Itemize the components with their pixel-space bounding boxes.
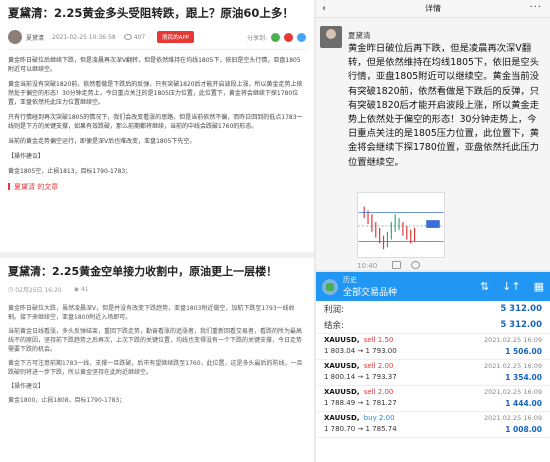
- app-logo-icon[interactable]: [322, 278, 338, 295]
- like-icon[interactable]: [411, 261, 420, 269]
- post-actions: [392, 261, 420, 269]
- profit-label: 利润:: [324, 305, 344, 315]
- trade-date: 2021.02.25 16:09: [483, 414, 542, 422]
- symbol-filter[interactable]: 全部交易品种: [343, 285, 397, 298]
- avatar[interactable]: [8, 30, 22, 44]
- wechat-icon[interactable]: [271, 32, 280, 42]
- app-download-button[interactable]: 股民的APP: [157, 31, 195, 43]
- trade-profit: 1 444.00: [505, 399, 542, 408]
- trade-symbol: XAUUSD,: [324, 414, 360, 422]
- advice-title: 【操作建议】: [8, 153, 45, 160]
- paragraph: 当前的黄金走势偏空运行，即便是深V后也难改变，亚盘1805下先空。: [8, 138, 196, 145]
- publish-date: 2021-02-25 10:36:58: [52, 33, 116, 41]
- history-title-block: 历史 全部交易品种: [343, 275, 397, 298]
- trade-date: 2021.02.25 16:09: [483, 362, 542, 370]
- more-articles-link[interactable]: 夏黛清 的文章: [8, 182, 306, 192]
- paragraph: 当前黄金日线看涨，多头反弹结束，重回下跌走势，勤奋看涨的追涨者，我们重新回看交易…: [8, 328, 303, 353]
- post-text: 黄金昨日破位后再下跌，但是凌晨再次深V翻转，但是依然维持在均线1805下，依旧是…: [348, 43, 540, 168]
- advice-title: 【操作建议】: [8, 383, 45, 390]
- trade-side: sell 2.00: [363, 362, 394, 370]
- eye-icon: ◉: [73, 286, 79, 293]
- paragraph: 黄金昨日破位大跌，虽然凌晨深V，但是并没有改变下跌趋势，亚盘1803附近做空，加…: [8, 305, 295, 321]
- paragraph: 只有行情碰到再次突破1805的情况下，我们会改变看涨的思路，但是当前依然不偏，而…: [8, 114, 303, 130]
- more-icon[interactable]: ···: [529, 2, 542, 13]
- trade-profit: 1 354.00: [505, 373, 542, 382]
- article-2-meta: ◷ 02月25日 16:20 ◉ 41: [8, 285, 306, 294]
- trade-profit: 1 506.00: [505, 347, 542, 356]
- trade-date: 2021.02.25 16:09: [483, 336, 542, 344]
- history-header: 历史 全部交易品种 ⇅ ↓↑ ▦: [316, 272, 550, 301]
- trade-row[interactable]: XAUUSD, buy 2.00 1 780.70 → 1 785.74 202…: [316, 412, 550, 438]
- article-1-meta: 夏黛清 2021-02-25 10:36:58 407 股民的APP 分享到:: [8, 29, 306, 45]
- view-count: 407: [133, 33, 146, 41]
- advice-text: 黄金1805空，止损1813，目标1790-1783；: [8, 168, 132, 175]
- article-1: 夏黛清：2.25黄金多头受阻转跌，跟上？原油60上多！ 夏黛清 2021-02-…: [0, 0, 314, 252]
- paragraph: 黄金下方可注意前期1783一线，支撑一旦跌破，后市有望继续跌至1760，此位置，…: [8, 360, 303, 376]
- calendar-icon[interactable]: ▦: [534, 280, 544, 293]
- post-time: 10:40: [357, 262, 378, 270]
- articles-panel: 夏黛清：2.25黄金多头受阻转跌，跟上？原油60上多！ 夏黛清 2021-02-…: [0, 0, 314, 462]
- eye-icon: [123, 34, 132, 40]
- post-body: 夏黛清 黄金昨日破位后再下跌，但是凌晨再次深V翻转，但是依然维持在均线1805下…: [316, 18, 550, 270]
- paragraph: 黄金当前没有突破1820前，依然看做是下跌后的反弹，只有突破1820后才能开启波…: [8, 81, 303, 106]
- balance-value: 5 312.00: [500, 320, 542, 330]
- article-1-title[interactable]: 夏黛清：2.25黄金多头受阻转跌，跟上？原油60上多！: [8, 6, 306, 21]
- history-label: 历史: [343, 276, 357, 284]
- weibo-icon[interactable]: [284, 32, 293, 42]
- qq-icon[interactable]: [297, 32, 306, 42]
- author-name[interactable]: 夏黛清: [348, 30, 371, 41]
- trade-symbol: XAUUSD,: [324, 362, 360, 370]
- trade-side: sell 2.00: [363, 388, 394, 396]
- sort-icon[interactable]: ↓↑: [502, 280, 520, 293]
- chat-detail-panel: ‹ 详情 ··· 夏黛清 黄金昨日破位后再下跌，但是凌晨再次深V翻转，但是依然维…: [316, 0, 550, 270]
- article-2-title[interactable]: 夏黛清：2.25黄金空单接力收割中，原油更上一层楼！: [8, 264, 306, 279]
- trade-list: XAUUSD, sell 1.50 1 803.04 → 1 793.00 20…: [316, 334, 550, 438]
- share-label: 分享到:: [246, 34, 267, 42]
- trade-side: sell 1.50: [363, 336, 394, 344]
- publish-date: 02月25日 16:20: [15, 287, 62, 294]
- filter-icon[interactable]: ⇅: [480, 280, 489, 293]
- account-summary: 利润: 5 312.00 结余: 5 312.00: [316, 301, 550, 334]
- profit-row: 利润: 5 312.00: [316, 301, 550, 317]
- trade-row[interactable]: XAUUSD, sell 1.50 1 803.04 → 1 793.00 20…: [316, 334, 550, 360]
- article-1-body: 黄金昨日破位后继续下跌，但是凌晨再次深V翻转，但是依然维持在均线1805下，依旧…: [8, 56, 306, 176]
- trade-side: buy 2.00: [363, 414, 395, 422]
- detail-header: ‹ 详情 ···: [316, 0, 550, 18]
- trade-symbol: XAUUSD,: [324, 388, 360, 396]
- trade-date: 2021.02.25 16:09: [483, 388, 542, 396]
- author-name[interactable]: 夏黛清: [26, 33, 44, 42]
- article-2-body: 黄金昨日破位大跌，虽然凌晨深V，但是并没有改变下跌趋势，亚盘1803附近做空，加…: [8, 304, 306, 405]
- screenshot-collage: 夏黛清：2.25黄金多头受阻转跌，跟上？原油60上多！ 夏黛清 2021-02-…: [0, 0, 550, 462]
- back-icon[interactable]: ‹: [322, 3, 326, 14]
- comment-icon[interactable]: [392, 261, 401, 269]
- balance-label: 结余:: [324, 321, 344, 331]
- profit-value: 5 312.00: [500, 304, 542, 314]
- trade-profit: 1 008.00: [505, 425, 542, 434]
- share-bar: 分享到:: [246, 32, 306, 42]
- chart-thumbnail[interactable]: [357, 192, 445, 258]
- header-actions: ⇅ ↓↑ ▦: [480, 280, 544, 293]
- clock-icon: ◷: [8, 286, 14, 293]
- divider: [8, 49, 306, 50]
- trade-row[interactable]: XAUUSD, sell 2.00 1 800.14 → 1 793.37 20…: [316, 360, 550, 386]
- trade-history-panel: 历史 全部交易品种 ⇅ ↓↑ ▦ 利润: 5 312.00 结余: 5 312.…: [316, 272, 550, 462]
- article-2: 夏黛清：2.25黄金空单接力收割中，原油更上一层楼！ ◷ 02月25日 16:2…: [0, 258, 314, 462]
- advice-text: 黄金1800，止损1808，目标1790-1783；: [8, 397, 126, 404]
- view-count: 41: [80, 286, 89, 293]
- trade-row[interactable]: XAUUSD, sell 2.00 1 788.49 → 1 781.27 20…: [316, 386, 550, 412]
- trade-symbol: XAUUSD,: [324, 336, 360, 344]
- balance-row: 结余: 5 312.00: [316, 317, 550, 333]
- avatar[interactable]: [320, 26, 342, 48]
- page-title: 详情: [425, 4, 441, 13]
- paragraph: 黄金昨日破位后继续下跌，但是凌晨再次深V翻转，但是依然维持在均线1805下，依旧…: [8, 57, 301, 73]
